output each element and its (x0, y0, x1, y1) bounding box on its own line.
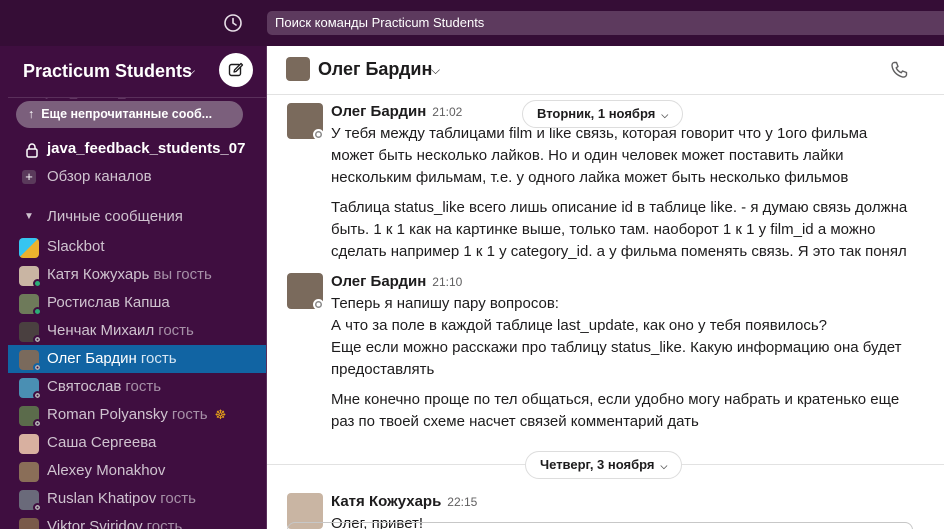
guest-tag: гость (171, 406, 208, 423)
search-input[interactable]: Поиск команды Practicum Students (267, 11, 944, 35)
dm-name: Святослав (47, 378, 122, 395)
chevron-down-icon: ⌵ (660, 461, 668, 471)
guest-tag: гость (158, 322, 194, 339)
sidebar-item-browse-channels[interactable]: + Обзор каналов (0, 163, 259, 191)
sidebar-section-direct-messages[interactable]: ▼ Личные сообщения (0, 203, 259, 231)
compose-button[interactable] (219, 53, 253, 87)
section-label: Личные сообщения (47, 208, 183, 225)
sidebar-item-roman[interactable]: Roman Polyansky гость ☸ (8, 401, 266, 429)
message-time[interactable]: 21:02 (432, 105, 462, 119)
history-clock-icon[interactable] (222, 12, 244, 34)
avatar (19, 238, 39, 258)
compose-icon (228, 62, 244, 77)
guest-tag: гость (176, 266, 212, 283)
lock-icon (26, 143, 38, 158)
dm-name: Саша Сергеева (47, 434, 157, 451)
dm-name: Roman Polyansky (47, 406, 168, 423)
sidebar-item-katya[interactable]: Катя Кожухарь вы гость (8, 261, 266, 289)
dm-name: Ченчак Михаил (47, 322, 155, 339)
message-text: Мне конечно проще по тел общаться, если … (331, 391, 900, 430)
away-status-icon (313, 129, 324, 140)
away-status-icon (33, 419, 42, 428)
arrow-up-icon: ↑ (28, 107, 42, 121)
away-status-icon (313, 299, 324, 310)
avatar (19, 462, 39, 482)
message-time[interactable]: 22:15 (447, 495, 477, 509)
sidebar-item-chenchak[interactable]: Ченчак Михаил гость (8, 317, 266, 345)
online-status-icon (33, 307, 42, 316)
workspace-name[interactable]: Practicum Students (23, 61, 192, 82)
avatar (19, 518, 39, 529)
guest-tag: гость (140, 350, 177, 367)
dm-name: Viktor Sviridov (47, 518, 143, 529)
conversation-pane: Олег Бардин ⌵ Олег Бардин 21:02 У тебя ме… (267, 46, 944, 529)
message-author[interactable]: Катя Кожухарь 22:15 (331, 493, 477, 510)
status-emoji-icon: ☸ (214, 407, 227, 422)
sidebar-item-java-feedback[interactable]: java_feedback_students_07 (0, 135, 259, 163)
chevron-down-icon[interactable]: ⌵ (431, 63, 440, 78)
sidebar-item-viktor[interactable]: Viktor Sviridov гость (8, 513, 266, 529)
top-bar: Поиск команды Practicum Students (0, 0, 944, 46)
dm-name: Олег Бардин (47, 350, 137, 367)
away-status-icon (33, 503, 42, 512)
message-composer[interactable] (287, 522, 913, 529)
caret-down-icon: ▼ (24, 211, 34, 222)
away-status-icon (33, 363, 42, 372)
phone-icon[interactable] (889, 60, 909, 80)
sidebar-item-slackbot[interactable]: Slackbot (8, 233, 266, 261)
workspace-header[interactable]: Practicum Students ⌵ (8, 46, 266, 98)
channel-header: Олег Бардин ⌵ (267, 46, 944, 95)
message-author[interactable]: Олег Бардин 21:02 (331, 103, 462, 120)
sidebar-item-label: java_feedback_students_07 (47, 140, 246, 157)
channel-title[interactable]: Олег Бардин (318, 59, 432, 80)
guest-tag: гость (125, 378, 162, 395)
message-time[interactable]: 21:10 (432, 275, 462, 289)
sidebar-item-oleg[interactable]: Олег Бардин гость (8, 345, 266, 373)
date-divider-button[interactable]: Четверг, 3 ноября ⌵ (525, 451, 683, 479)
message-text: У тебя между таблицами film и like связь… (331, 125, 868, 186)
message-author[interactable]: Олег Бардин 21:10 (331, 273, 462, 290)
sidebar-item-rostislav[interactable]: Ростислав Капша (8, 289, 266, 317)
dm-name: Slackbot (47, 238, 105, 255)
sidebar-item-label: Обзор каналов (47, 168, 152, 185)
message-text: Теперь я напишу пару вопросов: А что за … (331, 295, 902, 378)
sidebar-item-ruslan[interactable]: Ruslan Khatipov гость (8, 485, 266, 513)
dm-name: Alexey Monakhov (47, 462, 166, 479)
plus-icon: + (22, 170, 36, 184)
guest-tag: гость (160, 490, 196, 507)
message-text: Таблица status_like всего лишь описание … (331, 199, 908, 260)
guest-tag: гость (146, 518, 183, 529)
online-status-icon (33, 279, 42, 288)
date-divider-button[interactable]: Вторник, 1 ноября ⌵ (522, 100, 684, 128)
away-status-icon (33, 391, 42, 400)
sidebar-item-alexey[interactable]: Alexey Monakhov (8, 457, 266, 485)
sidebar-item-sasha[interactable]: Саша Сергеева (8, 429, 266, 457)
chevron-down-icon[interactable]: ⌵ (186, 64, 195, 79)
sidebar: java_referral_07 Practicum Students ⌵ ↑ … (0, 46, 267, 529)
you-tag: вы (153, 266, 173, 283)
away-status-icon (33, 335, 42, 344)
dm-name: Катя Кожухарь (47, 266, 150, 283)
chevron-down-icon: ⌵ (661, 110, 669, 120)
sidebar-item-svyatoslav[interactable]: Святослав гость (8, 373, 266, 401)
avatar (286, 57, 310, 81)
dm-name: Ruslan Khatipov (47, 490, 157, 507)
avatar (19, 434, 39, 454)
dm-name: Ростислав Капша (47, 294, 170, 311)
unread-messages-button[interactable]: ↑ Еще непрочитанные сооб... (16, 101, 243, 128)
